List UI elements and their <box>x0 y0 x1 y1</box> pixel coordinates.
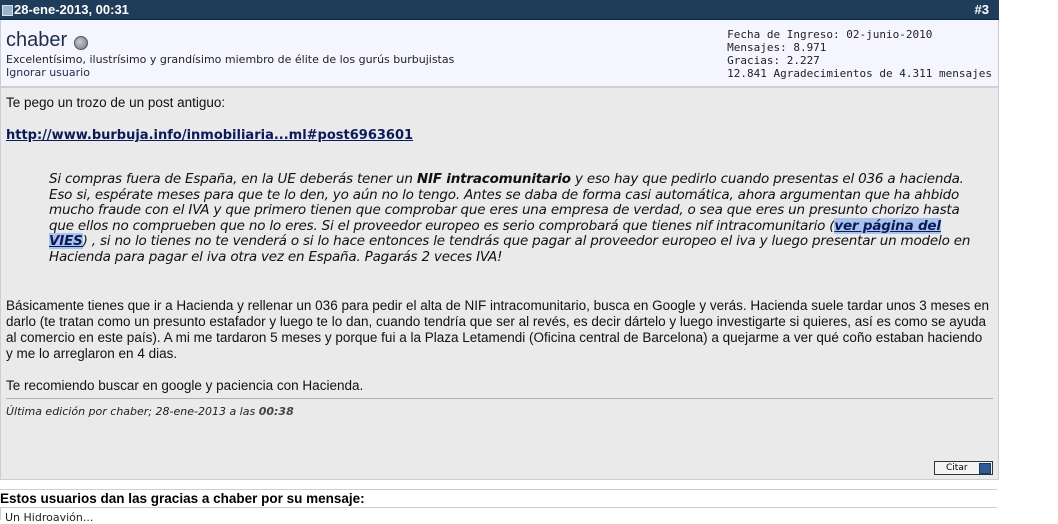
thanked-count: 12.841 Agradecimientos de 4.311 mensajes <box>727 67 992 80</box>
offline-status-icon <box>74 36 88 50</box>
quote-button[interactable]: Citar <box>934 461 993 475</box>
post-count: Mensajes: 8.971 <box>727 41 827 54</box>
thanks-count: Gracias: 2.227 <box>727 54 820 67</box>
ignore-user-link[interactable]: Ignorar usuario <box>6 66 90 79</box>
quote-text-1: Si compras fuera de España, en la UE deb… <box>49 171 417 187</box>
thanks-list: Un Hidroavión... <box>0 508 998 524</box>
quote-button-label: Citar <box>946 463 968 473</box>
quote-icon <box>979 463 991 474</box>
post-link[interactable]: http://www.burbuja.info/inmobiliaria...m… <box>6 128 413 143</box>
thanks-user-link[interactable]: Un Hidroavión... <box>5 511 93 524</box>
post-header-bar: 28-ene-2013, 00:31 #3 <box>0 0 999 20</box>
closing-text: Te recomiendo buscar en google y pacienc… <box>6 378 364 393</box>
post-icon <box>2 5 13 16</box>
thanks-header: Estos usuarios dan las gracias a chaber … <box>0 489 997 508</box>
edit-note: Última edición por chaber; 28-ene-2013 a… <box>6 405 294 418</box>
quote-text-3: ) , si no lo tienes no te venderá o si l… <box>49 233 971 265</box>
signature-divider <box>6 398 993 399</box>
post-date: 28-ene-2013, 00:31 <box>14 2 129 17</box>
intro-text: Te pego un trozo de un post antiguo: <box>6 95 226 110</box>
link-line: http://www.burbuja.info/inmobiliaria...m… <box>6 127 413 144</box>
post-body: Te pego un trozo de un post antiguo: htt… <box>0 87 999 480</box>
user-stats: Fecha de Ingreso: 02-junio-2010 Mensajes… <box>727 28 992 80</box>
post-number-link[interactable]: #3 <box>975 2 989 17</box>
username-link[interactable]: chaber <box>6 29 67 52</box>
user-title: Excelentísimo, ilustrísimo y grandísimo … <box>6 53 455 66</box>
user-info-bar: chaber Excelentísimo, ilustrísimo y gran… <box>0 20 999 87</box>
quote-block: Si compras fuera de España, en la UE deb… <box>49 171 979 265</box>
thanks-title: Estos usuarios dan las gracias a chaber … <box>0 491 365 506</box>
edit-note-prefix: Última edición por chaber; 28-ene-2013 a… <box>6 405 259 418</box>
main-paragraph: Básicamente tienes que ir a Hacienda y r… <box>6 298 990 361</box>
edit-note-time: 00:38 <box>258 405 294 418</box>
join-date: Fecha de Ingreso: 02-junio-2010 <box>727 28 933 41</box>
quote-bold: NIF intracomunitario <box>416 171 571 187</box>
